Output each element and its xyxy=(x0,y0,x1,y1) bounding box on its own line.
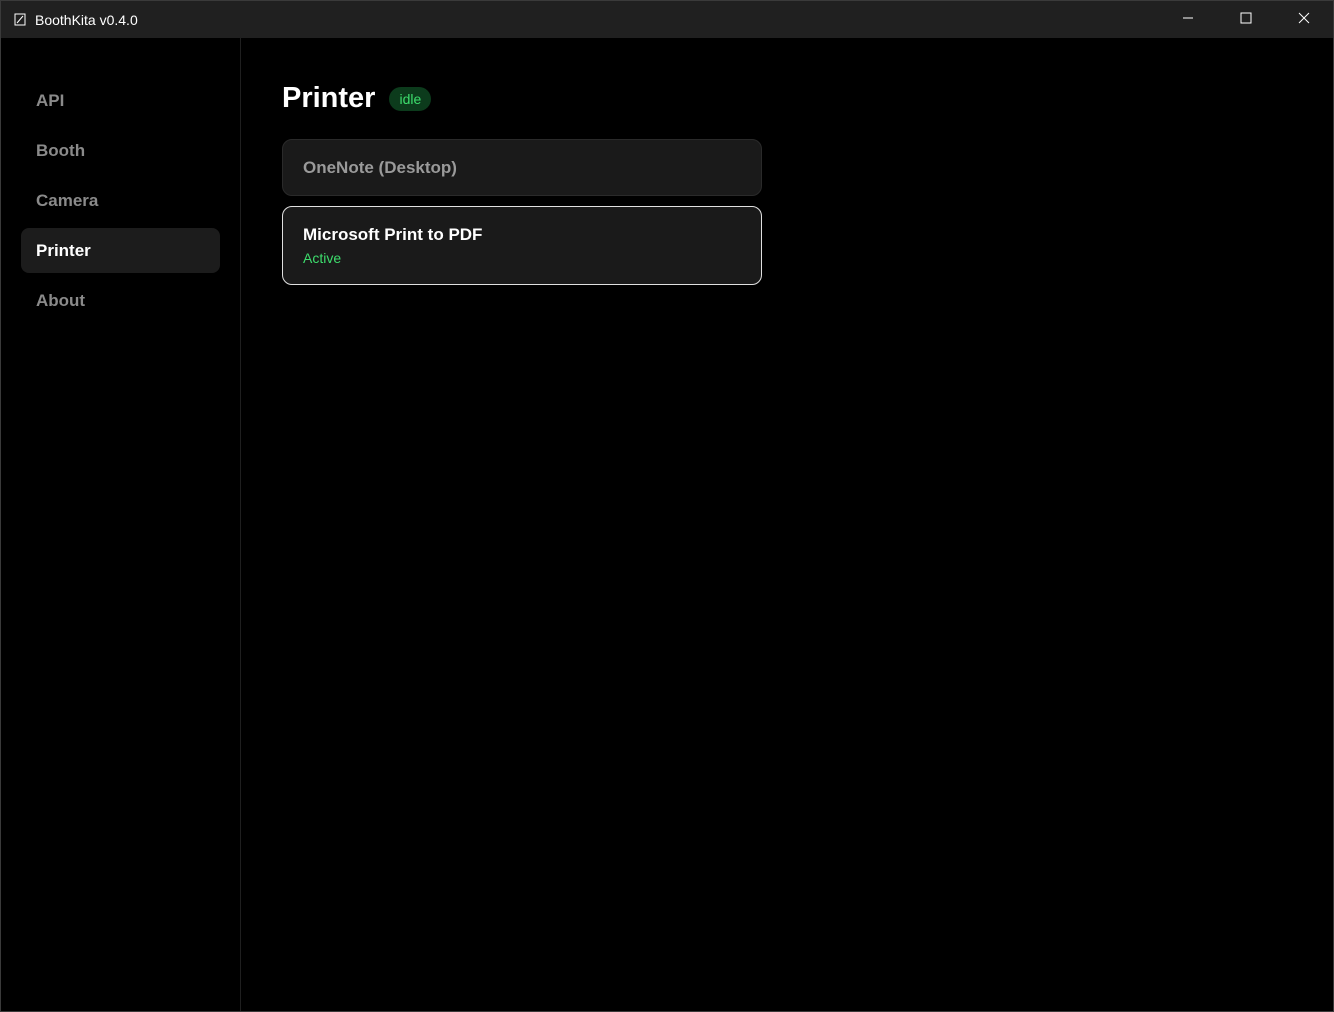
app-icon xyxy=(13,13,27,27)
sidebar-item-printer[interactable]: Printer xyxy=(21,228,220,273)
window-title: BoothKita v0.4.0 xyxy=(35,11,138,28)
sidebar-nav: API Booth Camera Printer About xyxy=(21,78,220,328)
printer-status: Active xyxy=(303,250,342,266)
sidebar: API Booth Camera Printer About xyxy=(1,38,241,1011)
title-bar[interactable]: BoothKita v0.4.0 xyxy=(1,1,1333,38)
sidebar-item-camera[interactable]: Camera xyxy=(21,178,220,223)
printer-name: OneNote (Desktop) xyxy=(303,157,457,177)
maximize-button[interactable] xyxy=(1217,1,1275,38)
printer-name: Microsoft Print to PDF xyxy=(303,225,483,244)
main-content: Printer idle OneNote (Desktop) Microsoft… xyxy=(241,38,1333,1011)
minimize-button[interactable] xyxy=(1159,1,1217,38)
close-icon xyxy=(1298,11,1310,29)
maximize-icon xyxy=(1240,11,1252,29)
printer-list: OneNote (Desktop) Microsoft Print to PDF… xyxy=(282,139,762,295)
minimize-icon xyxy=(1182,11,1194,29)
printer-card-microsoft-print-to-pdf[interactable]: Microsoft Print to PDF Active xyxy=(282,206,762,285)
sidebar-item-about[interactable]: About xyxy=(21,278,220,323)
app-window: BoothKita v0.4.0 API Booth Camera Printe… xyxy=(0,0,1334,1012)
close-button[interactable] xyxy=(1275,1,1333,38)
sidebar-item-booth[interactable]: Booth xyxy=(21,128,220,173)
page-title: Printer xyxy=(282,82,376,114)
page-header: Printer idle xyxy=(282,82,432,115)
printer-card-onenote[interactable]: OneNote (Desktop) xyxy=(282,139,762,196)
window-controls xyxy=(1159,1,1333,38)
sidebar-item-api[interactable]: API xyxy=(21,78,220,123)
status-badge: idle xyxy=(389,86,432,111)
